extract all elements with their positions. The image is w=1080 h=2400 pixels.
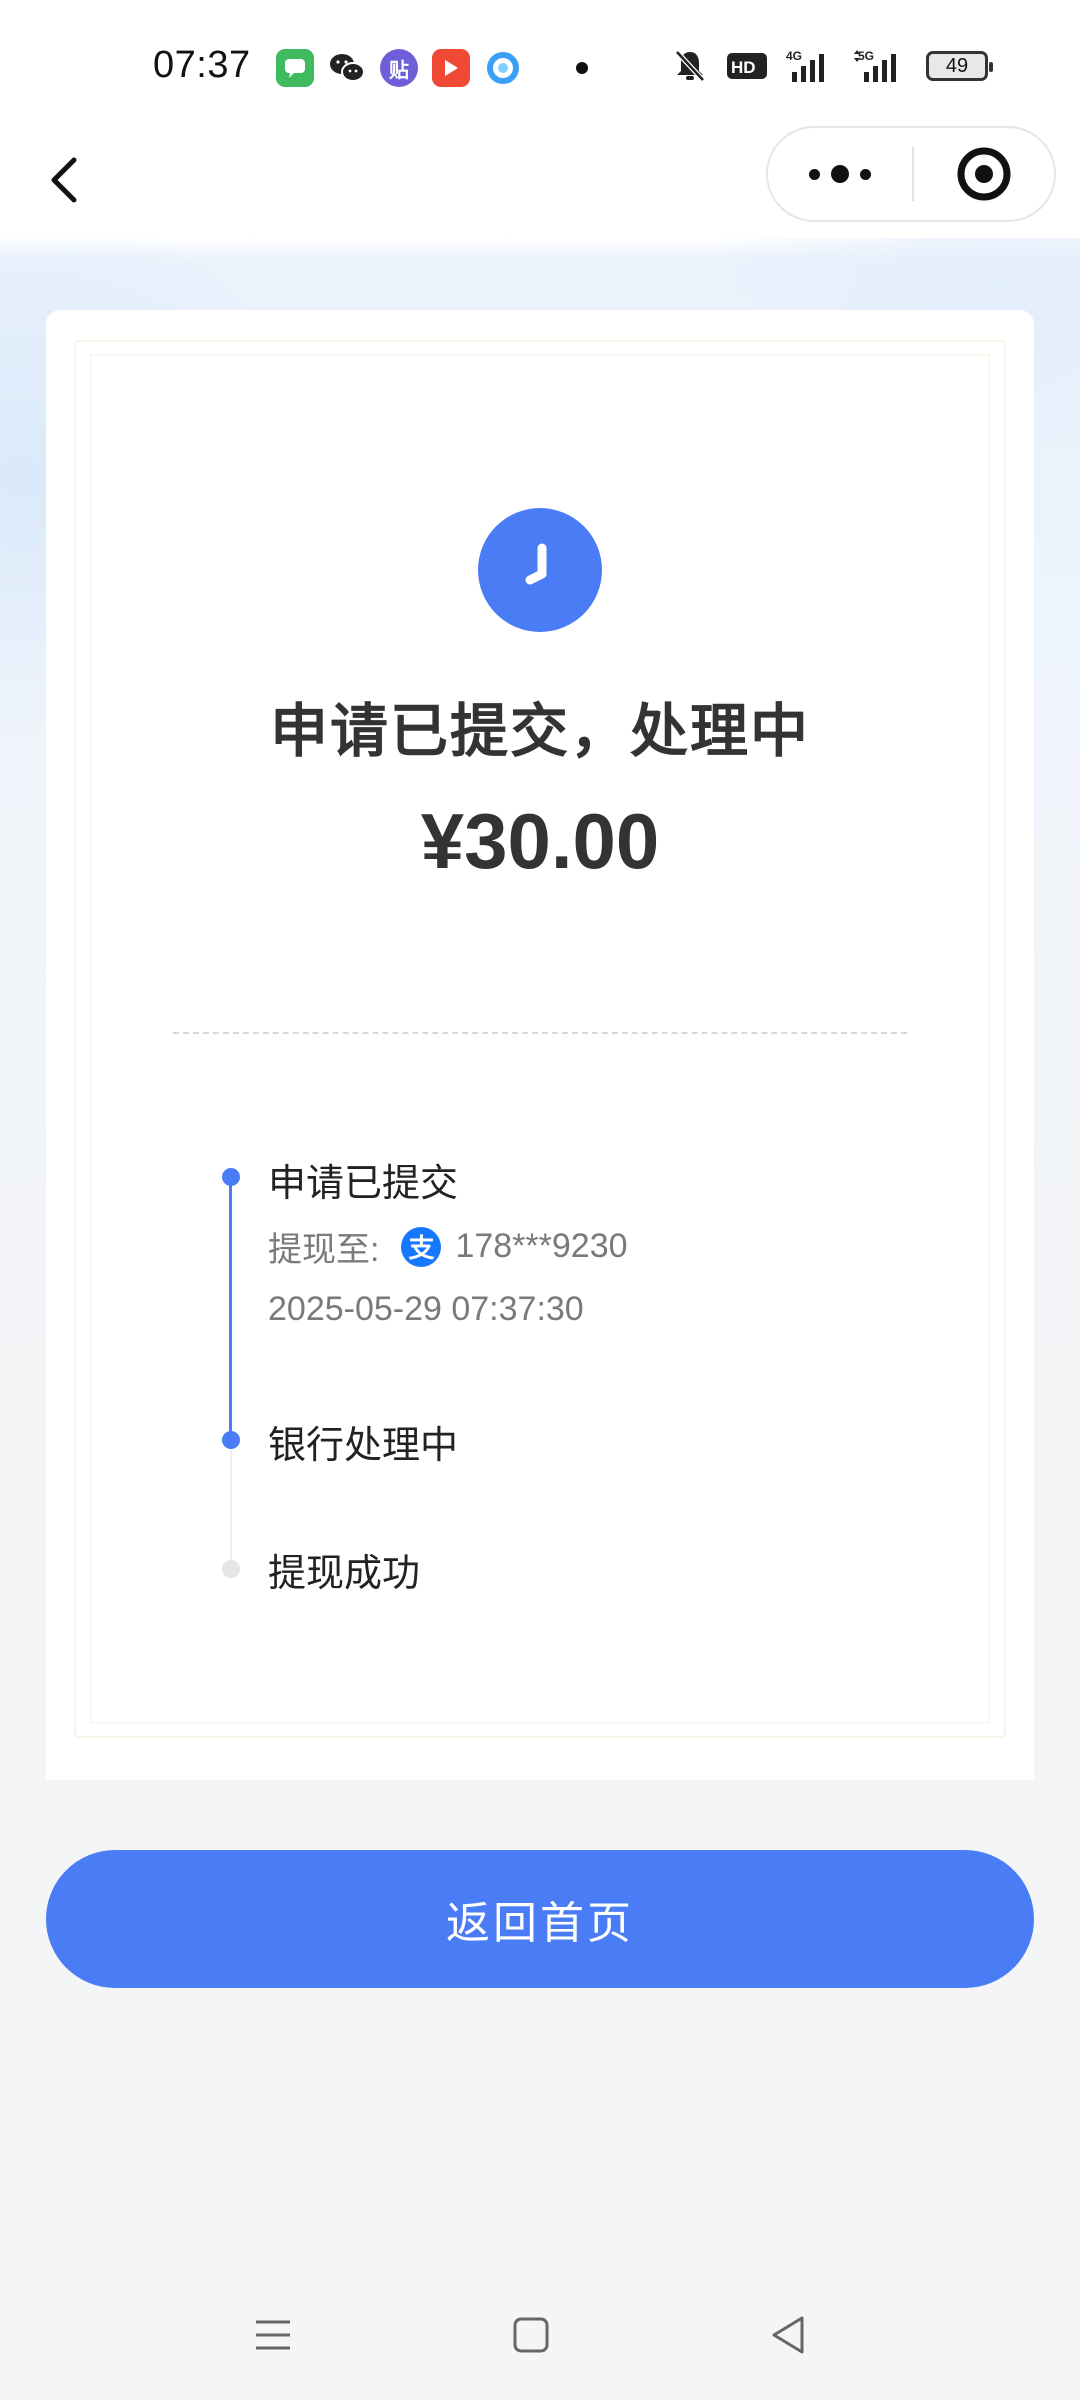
- system-status-icons: HD 4G 5G 49: [672, 48, 993, 84]
- result-title: 申请已提交，处理中: [269, 697, 810, 765]
- withdraw-account-row: 提现至: 支 178***9230: [268, 1222, 628, 1271]
- menu-icon: [256, 2320, 290, 2350]
- system-navigation-bar: [0, 2300, 1080, 2370]
- timeline-dot-active: [222, 1431, 240, 1449]
- back-button[interactable]: [38, 150, 98, 210]
- signal-4g-icon: 4G: [786, 49, 824, 82]
- status-bar: 07:37 贴 HD 4G 5G 49: [0, 0, 1080, 120]
- tieba-icon: 贴: [380, 49, 418, 87]
- wechat-icon: [328, 49, 366, 87]
- mute-bell-icon: [675, 50, 705, 82]
- more-dots-icon: [809, 168, 820, 180]
- video-icon: [432, 49, 470, 87]
- svg-text:5G: 5G: [858, 49, 874, 63]
- notification-icons: 贴: [276, 49, 588, 87]
- timeline-dot-pending: [222, 1560, 240, 1578]
- receipt-card: [46, 310, 1034, 1780]
- more-button[interactable]: [768, 128, 912, 220]
- close-miniapp-button[interactable]: [914, 128, 1054, 220]
- miniapp-capsule: [766, 126, 1056, 222]
- clock-icon: [478, 508, 602, 632]
- timeline-line-pending: [230, 1440, 232, 1568]
- nav-bar: [0, 120, 1080, 238]
- more-notifications-dot: [576, 62, 588, 74]
- account-number: 178***9230: [455, 1227, 628, 1265]
- receipt-wave-edge: [46, 1765, 1034, 1779]
- battery-indicator: 49: [926, 51, 993, 81]
- step-success-title: 提现成功: [268, 1551, 421, 1595]
- signal-5g-icon: 5G: [854, 49, 896, 82]
- recent-apps-button[interactable]: [248, 2310, 298, 2360]
- messages-icon: [276, 49, 314, 87]
- alipay-icon: 支: [401, 1226, 442, 1267]
- step-processing-title: 银行处理中: [268, 1423, 459, 1467]
- timeline-line-active: [229, 1180, 232, 1440]
- timeline-dot-done: [222, 1168, 240, 1186]
- step-submitted-title: 申请已提交: [268, 1161, 459, 1205]
- svg-text:HD: HD: [731, 58, 756, 77]
- dashed-divider: [173, 1032, 907, 1034]
- browser-icon: [484, 49, 522, 87]
- status-time: 07:37: [153, 44, 251, 86]
- withdraw-amount: ¥30.00: [420, 797, 660, 885]
- withdraw-to-label: 提现至:: [268, 1231, 380, 1269]
- square-icon: [513, 2317, 549, 2353]
- triangle-back-icon: [772, 2316, 804, 2354]
- chevron-left-icon: [51, 157, 77, 203]
- submitted-time: 2025-05-29 07:37:30: [268, 1290, 584, 1328]
- target-close-icon: [957, 147, 1011, 201]
- home-system-button[interactable]: [506, 2310, 556, 2360]
- back-system-button[interactable]: [764, 2310, 814, 2360]
- return-home-button[interactable]: 返回首页: [46, 1850, 1034, 1988]
- hd-icon: HD: [727, 53, 767, 79]
- svg-text:4G: 4G: [786, 49, 802, 63]
